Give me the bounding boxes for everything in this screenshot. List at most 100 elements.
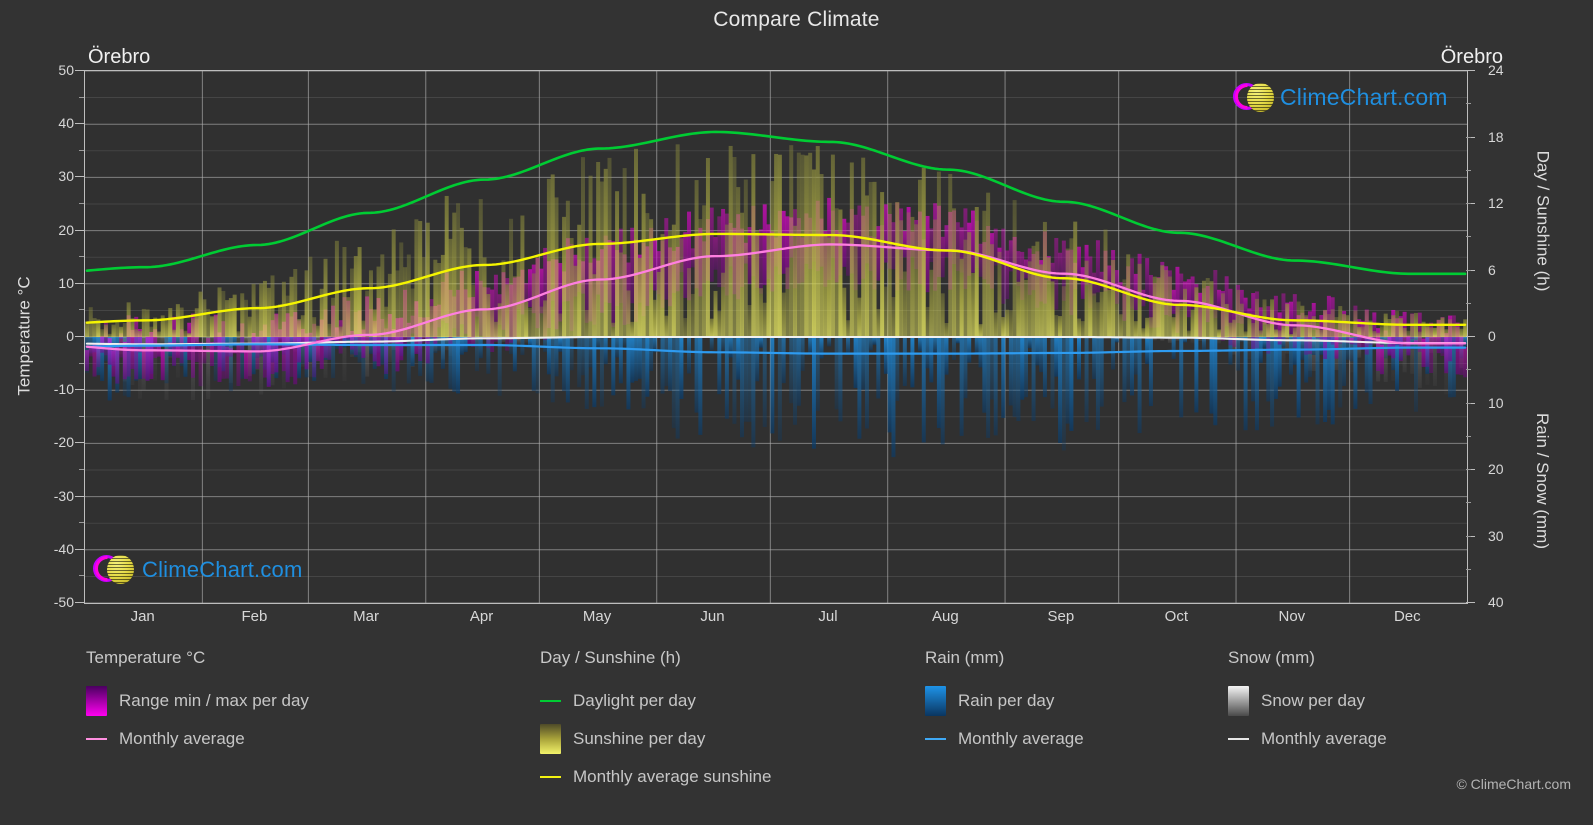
x-axis-tick-jun: Jun <box>700 608 725 625</box>
right-axis-minor-tick <box>1466 369 1471 371</box>
right-axis-label-rain-snow: Rain / Snow (mm) <box>1529 356 1555 606</box>
legend-line-swatch <box>540 762 561 792</box>
left-axis-tick-mark <box>75 336 84 337</box>
right-axis-minor-tick <box>1466 402 1471 404</box>
left-axis-tick-mark <box>75 548 84 550</box>
left-axis-tick: -50 <box>53 594 74 610</box>
right-axis-minor-tick <box>1466 203 1471 204</box>
legend-item-label: Monthly average sunshine <box>573 767 772 786</box>
legend-group-snow: Snow (mm) Snow per day Monthly average <box>1228 648 1387 758</box>
legend-item-label: Snow per day <box>1261 691 1365 710</box>
left-axis-tick-mark <box>75 389 84 391</box>
plot-area <box>84 70 1468 604</box>
right-axis-minor-tick <box>1466 169 1471 171</box>
left-axis-tick-mark <box>75 229 84 231</box>
left-axis-tick: -30 <box>53 487 74 504</box>
left-axis-tick-mark <box>75 282 84 284</box>
right-axis-minor-tick <box>1466 435 1471 437</box>
legend-item-label: Monthly average <box>958 729 1084 748</box>
legend-item-label: Rain per day <box>958 691 1055 710</box>
legend-heading: Temperature °C <box>86 648 206 667</box>
right-axis-tick-mm: 10 <box>1488 394 1504 411</box>
left-axis-tick: 50 <box>58 62 74 78</box>
legend-group-day-sunshine: Day / Sunshine (h) Daylight per day Sunsh… <box>540 648 771 796</box>
legend-item[interactable]: Daylight per day <box>540 682 771 720</box>
watermark-top: ClimeChart.com <box>1232 80 1448 114</box>
legend-heading: Rain (mm) <box>925 648 1005 667</box>
legend-item-label: Sunshine per day <box>573 729 706 748</box>
right-axis-tick-hours: 6 <box>1488 261 1496 278</box>
right-axis-minor-tick <box>1466 103 1471 105</box>
copyright-text: © ClimeChart.com <box>1456 776 1571 792</box>
right-axis-tick-mm: 40 <box>1488 594 1504 610</box>
x-axis-tick-jan: Jan <box>130 608 155 625</box>
legend-item-label: Daylight per day <box>573 691 696 710</box>
legend-item[interactable]: Monthly average sunshine <box>540 758 771 796</box>
right-axis-label-day-sunshine-text: Day / Sunshine (h) <box>1533 150 1553 292</box>
right-axis-minor-tick <box>1466 568 1471 570</box>
right-axis-tick-mm: 30 <box>1488 527 1504 544</box>
x-axis-tick-sep: Sep <box>1047 608 1075 625</box>
legend-swatch <box>540 724 561 754</box>
legend-item[interactable]: Sunshine per day <box>540 720 771 758</box>
legend-line-swatch <box>86 724 107 754</box>
x-axis-tick-jul: Jul <box>818 608 838 625</box>
right-axis-tick-mm: 20 <box>1488 461 1504 477</box>
legend-item[interactable]: Range min / max per day <box>86 682 309 720</box>
legend-item-label: Monthly average <box>1261 729 1387 748</box>
right-axis-minor-tick <box>1466 469 1471 470</box>
right-axis-minor-tick <box>1466 502 1471 504</box>
right-axis-tick-hours: 0 <box>1488 328 1496 344</box>
right-axis-minor-tick <box>1466 535 1471 537</box>
x-axis-tick-mar: Mar <box>353 608 379 625</box>
right-axis-tick-hours: 18 <box>1488 128 1504 145</box>
left-axis: 50 40 30 20 10 0 -10 -20 -30 -40 -50 <box>0 62 84 610</box>
legend-item[interactable]: Monthly average <box>1228 720 1387 758</box>
left-axis-tick-mark <box>75 70 84 71</box>
legend: Temperature °C Range min / max per day Mo… <box>0 648 1593 825</box>
left-axis-tick: 0 <box>66 328 74 344</box>
legend-item[interactable]: Monthly average <box>925 720 1084 758</box>
left-axis-tick: 40 <box>58 115 74 132</box>
left-axis-tick-mark <box>75 442 84 444</box>
legend-line-swatch <box>540 686 561 716</box>
left-axis-tick-mark <box>75 176 84 178</box>
station-name-left: Örebro <box>88 46 151 68</box>
left-axis-tick: 10 <box>58 274 74 291</box>
left-axis-tick: -20 <box>53 434 74 451</box>
legend-item-label: Monthly average <box>119 729 245 748</box>
right-axis-label-rain-snow-text: Rain / Snow (mm) <box>1533 412 1552 550</box>
right-axis-minor-tick <box>1466 302 1471 304</box>
right-axis-tick-hours: 24 <box>1488 62 1504 78</box>
x-axis-tick-aug: Aug <box>932 608 959 625</box>
x-axis-tick-dec: Dec <box>1393 608 1421 625</box>
climechart-logo-icon <box>1232 80 1274 114</box>
right-axis-minor-tick <box>1466 269 1471 271</box>
legend-line-swatch <box>1228 724 1249 754</box>
legend-line-swatch <box>925 724 946 754</box>
legend-group-rain: Rain (mm) Rain per day Monthly average <box>925 648 1084 758</box>
climate-chart-page: Compare Climate Örebro Örebro Temperatur… <box>0 0 1593 825</box>
left-axis-tick: -10 <box>53 381 74 398</box>
left-axis-tick-mark <box>75 495 84 497</box>
legend-group-temperature: Temperature °C Range min / max per day Mo… <box>86 648 309 758</box>
legend-item[interactable]: Rain per day <box>925 682 1084 720</box>
x-axis-tick-oct: Oct <box>1164 608 1189 625</box>
legend-item[interactable]: Monthly average <box>86 720 309 758</box>
x-axis-tick-feb: Feb <box>241 608 268 625</box>
legend-item[interactable]: Snow per day <box>1228 682 1387 720</box>
legend-heading: Snow (mm) <box>1228 648 1315 667</box>
right-axis-tick-mark <box>1466 70 1475 71</box>
right-axis-tick-hours: 12 <box>1488 195 1504 211</box>
x-axis-tick-apr: Apr <box>469 608 494 625</box>
watermark-top-text: ClimeChart.com <box>1280 83 1448 110</box>
right-axis-minor-tick <box>1466 236 1471 238</box>
legend-item-label: Range min / max per day <box>119 691 309 710</box>
x-axis: Jan Feb Mar Apr May Jun Jul Aug Sep Oct Nov Dec <box>84 602 1466 636</box>
legend-swatch <box>86 686 107 716</box>
page-title: Compare Climate <box>713 8 880 31</box>
left-axis-tick-mark <box>75 123 84 125</box>
legend-swatch <box>1228 686 1249 716</box>
legend-heading: Day / Sunshine (h) <box>540 648 681 667</box>
right-axis-tick-mark <box>1466 336 1475 337</box>
